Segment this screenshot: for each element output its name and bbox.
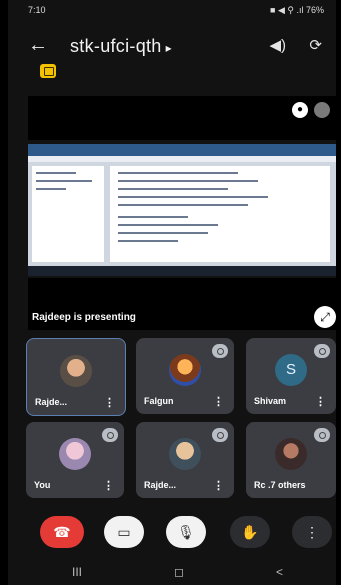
participant-name: Shivam xyxy=(254,396,287,406)
status-icons: ■ ◀ ⚲ .ıl 76% xyxy=(270,5,324,15)
meeting-code: stk-ufci-qth xyxy=(70,36,162,56)
status-time: 7:10 xyxy=(28,5,46,15)
presentation-mute-icon[interactable] xyxy=(314,102,330,118)
avatar xyxy=(60,355,92,387)
raise-hand-button[interactable]: ✋ xyxy=(230,516,270,548)
speaker-icon[interactable]: ◀) xyxy=(269,36,286,54)
more-vert-icon[interactable]: ⋮ xyxy=(213,395,224,408)
shared-screen xyxy=(28,144,336,276)
end-call-button[interactable]: ☎ xyxy=(40,516,84,548)
avatar xyxy=(59,438,91,470)
meeting-info-icon[interactable] xyxy=(40,64,56,78)
shared-screen-ribbon xyxy=(28,144,336,156)
presentation-top-bar: ● xyxy=(28,96,336,140)
presenter-label: Rajdeep is presenting xyxy=(32,312,136,323)
fullscreen-icon[interactable]: ⤢ xyxy=(314,306,336,328)
shared-screen-code xyxy=(110,166,330,262)
back-arrow-icon[interactable]: ← xyxy=(28,34,48,57)
back-nav-icon[interactable]: < xyxy=(276,565,283,579)
avatar xyxy=(275,438,307,470)
shared-screen-menu xyxy=(28,156,336,162)
call-controls: ☎ ▭ 🎙 ✋ ⋮ xyxy=(8,510,336,556)
meeting-title[interactable]: stk-ufci-qth ▸ xyxy=(70,36,172,57)
mic-muted-icon xyxy=(212,428,228,442)
participant-tile[interactable]: Rajde... ⋮ xyxy=(26,338,126,416)
participant-tile[interactable]: Rajde... ⋮ xyxy=(136,422,234,498)
participant-name: You xyxy=(34,480,51,490)
more-vert-icon[interactable]: ⋮ xyxy=(103,479,114,492)
more-options-button[interactable]: ⋮ xyxy=(292,516,332,548)
camera-toggle-button[interactable]: ▭ xyxy=(104,516,144,548)
more-vert-icon[interactable]: ⋮ xyxy=(104,396,115,409)
avatar xyxy=(169,354,201,386)
home-nav-icon[interactable]: ◻ xyxy=(174,565,184,579)
avatar xyxy=(169,438,201,470)
participant-name: Rajde... xyxy=(144,480,177,490)
more-vert-icon[interactable]: ⋮ xyxy=(315,395,326,408)
mic-muted-icon xyxy=(102,428,118,442)
mic-toggle-button[interactable]: 🎙 xyxy=(166,516,206,548)
participant-tile[interactable]: You ⋮ xyxy=(26,422,124,498)
participant-tile[interactable]: Falgun ⋮ xyxy=(136,338,234,414)
more-vert-icon[interactable]: ⋮ xyxy=(213,479,224,492)
mic-muted-icon xyxy=(212,344,228,358)
mic-off-indicator-icon: ● xyxy=(292,102,308,118)
participant-name: Falgun xyxy=(144,396,174,406)
mic-muted-icon xyxy=(314,428,330,442)
avatar: S xyxy=(275,354,307,386)
participant-name: Rajde... xyxy=(35,397,68,407)
recents-nav-icon[interactable]: III xyxy=(72,565,82,579)
participant-tile[interactable]: Rc .7 others xyxy=(246,422,336,498)
meeting-header: ← stk-ufci-qth ▸ ◀) ⟳ xyxy=(8,24,336,68)
presentation-bottom-bar: Rajdeep is presenting ⤢ xyxy=(28,278,336,330)
switch-camera-icon[interactable]: ⟳ xyxy=(309,36,322,54)
android-nav-bar: III ◻ < xyxy=(8,560,336,585)
participant-tile[interactable]: S Shivam ⋮ xyxy=(246,338,336,414)
shared-screen-taskbar xyxy=(28,266,336,276)
shared-screen-explorer xyxy=(32,166,104,262)
chevron-right-icon: ▸ xyxy=(165,41,172,55)
mic-muted-icon xyxy=(314,344,330,358)
participant-name: Rc .7 others xyxy=(254,480,306,490)
status-bar: 7:10 ■ ◀ ⚲ .ıl 76% xyxy=(8,0,336,22)
app-frame: 7:10 ■ ◀ ⚲ .ıl 76% ← stk-ufci-qth ▸ ◀) ⟳ … xyxy=(8,0,336,585)
